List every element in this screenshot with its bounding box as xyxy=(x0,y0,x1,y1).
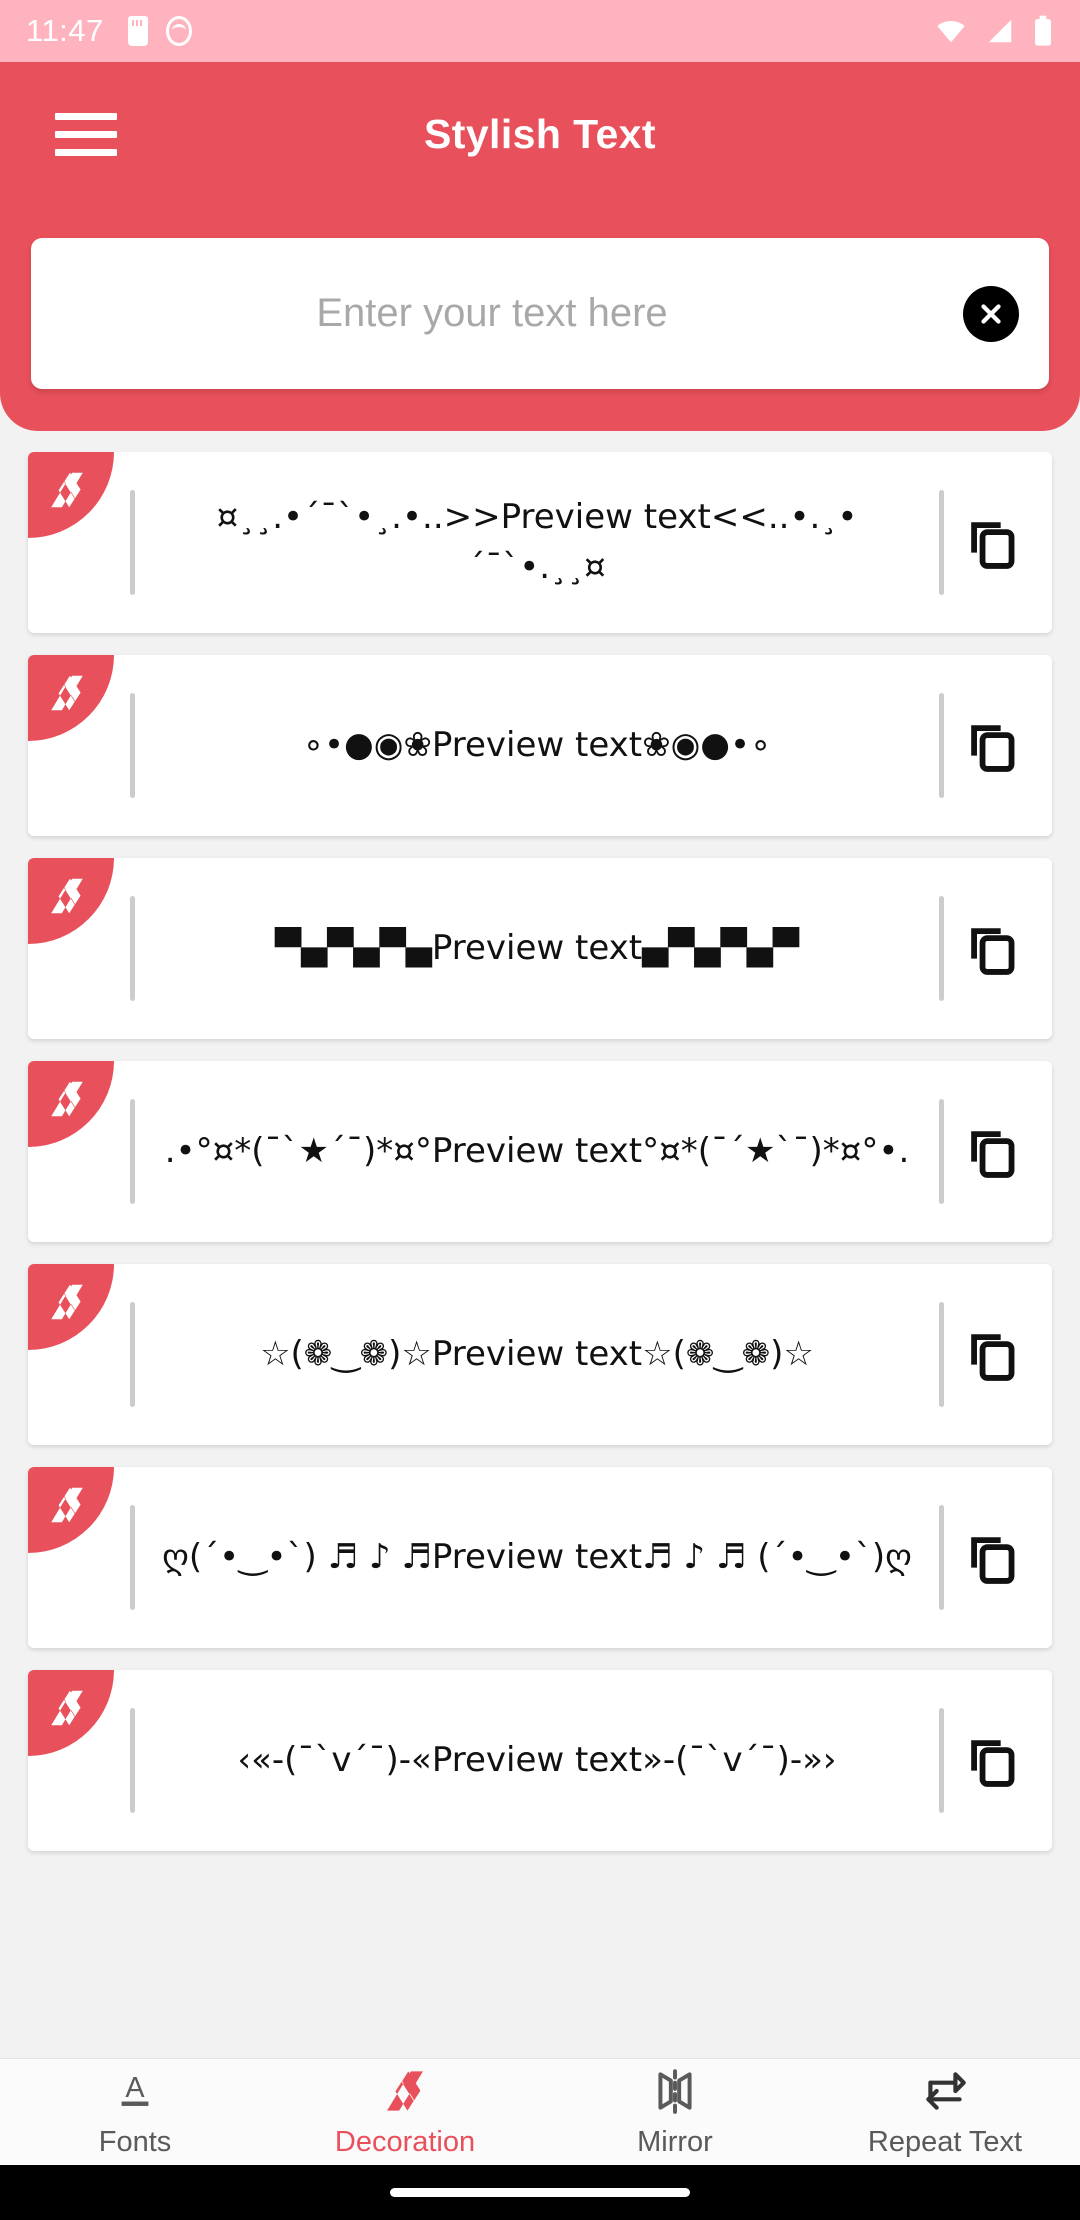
list-item[interactable]: ∘•●◉❀Preview text❀◉●•∘ xyxy=(28,655,1052,836)
decoration-preview-text: ☆(❁‿❁)☆Preview text☆(❁‿❁)☆ xyxy=(260,1333,814,1374)
decoration-preview-text: ღ(´•‿•`) ♬ ♪ ♬Preview text♬ ♪ ♬ (´•‿•`)ღ xyxy=(162,1536,912,1577)
decoration-icon xyxy=(380,2066,430,2116)
list-item[interactable]: .•°¤*(¯`★´¯)*¤°Preview text°¤*(¯´★`¯)*¤°… xyxy=(28,1061,1052,1242)
search-box xyxy=(31,238,1049,389)
list-item[interactable]: ღ(´•‿•`) ♬ ♪ ♬Preview text♬ ♪ ♬ (´•‿•`)ღ xyxy=(28,1467,1052,1648)
stylish-text-logo-icon xyxy=(28,1264,114,1350)
hamburger-line xyxy=(55,113,117,120)
clear-text-button[interactable] xyxy=(963,285,1019,342)
cat-face-icon xyxy=(165,16,192,46)
status-bar-clock: 11:47 xyxy=(26,13,104,48)
logo-glyph-icon xyxy=(51,1690,83,1726)
copy-button[interactable] xyxy=(944,1326,1038,1384)
copy-icon xyxy=(971,521,1015,569)
copy-icon xyxy=(971,927,1015,975)
decoration-preview-text: ▀▄▀▄▀▄Preview text▄▀▄▀▄▀ xyxy=(274,927,800,968)
logo-glyph-icon xyxy=(51,1487,83,1523)
nav-label-mirror: Mirror xyxy=(637,2125,713,2158)
font-a-icon: A xyxy=(112,2066,158,2116)
nav-item-decoration[interactable]: Decoration xyxy=(270,2066,540,2159)
list-item[interactable]: ▀▄▀▄▀▄Preview text▄▀▄▀▄▀ xyxy=(28,858,1052,1039)
text-input[interactable] xyxy=(61,291,963,336)
nav-item-mirror[interactable]: Mirror xyxy=(540,2066,810,2159)
close-icon xyxy=(981,303,1001,324)
copy-button[interactable] xyxy=(944,1529,1038,1587)
wifi-icon xyxy=(937,20,965,43)
copy-button[interactable] xyxy=(944,920,1038,978)
logo-glyph-icon xyxy=(51,472,83,508)
page-title: Stylish Text xyxy=(424,111,656,157)
copy-button[interactable] xyxy=(944,514,1038,572)
svg-text:A: A xyxy=(125,2071,145,2103)
copy-icon xyxy=(971,1333,1015,1381)
decoration-preview-text: .•°¤*(¯`★´¯)*¤°Preview text°¤*(¯´★`¯)*¤°… xyxy=(164,1130,910,1171)
hamburger-line xyxy=(55,131,117,138)
nav-item-fonts[interactable]: A Fonts xyxy=(0,2066,270,2159)
status-bar-system-icons xyxy=(934,15,1054,47)
nav-label-fonts: Fonts xyxy=(98,2125,172,2158)
app-screen: 11:47 Stylish Text Enter your text here … xyxy=(0,0,1080,2220)
nav-label-decoration: Decoration xyxy=(334,2125,476,2158)
logo-glyph-icon xyxy=(51,675,83,711)
stylish-text-logo-icon xyxy=(28,655,114,741)
list-item[interactable]: ‹«-(¯`v´¯)-«Preview text»-(¯`v´¯)-»› xyxy=(28,1670,1052,1851)
hamburger-menu-icon[interactable] xyxy=(55,102,117,167)
list-item[interactable]: ☆(❁‿❁)☆Preview text☆(❁‿❁)☆ xyxy=(28,1264,1052,1445)
decoration-preview-text: ¤¸¸.•´¯`•¸.•..>>Preview text<<..•.¸•´¯`•… xyxy=(216,497,858,587)
copy-icon xyxy=(971,724,1015,772)
copy-icon xyxy=(971,1130,1015,1178)
signal-icon xyxy=(988,19,1012,43)
logo-glyph-icon xyxy=(51,1081,83,1117)
app-bar: Stylish Text xyxy=(0,62,1080,207)
copy-button[interactable] xyxy=(944,1123,1038,1181)
decoration-preview-text: ‹«-(¯`v´¯)-«Preview text»-(¯`v´¯)-»› xyxy=(237,1739,837,1780)
bottom-navigation: A Fonts Decoration Mirror Repeat Text xyxy=(0,2058,1080,2165)
logo-glyph-icon xyxy=(51,878,83,914)
nav-item-repeat-text[interactable]: Repeat Text xyxy=(810,2066,1080,2159)
copy-icon xyxy=(971,1536,1015,1584)
stylish-text-logo-icon xyxy=(28,1061,114,1147)
system-gesture-bar xyxy=(0,2165,1080,2220)
stylish-text-logo-icon xyxy=(28,1467,114,1553)
copy-button[interactable] xyxy=(944,717,1038,775)
stylish-text-logo-icon xyxy=(28,1670,114,1756)
decoration-preview-text: ∘•●◉❀Preview text❀◉●•∘ xyxy=(302,724,772,765)
stylish-text-logo-icon xyxy=(28,452,114,538)
gesture-pill[interactable] xyxy=(390,2188,690,2197)
search-panel xyxy=(0,207,1080,431)
mirror-icon xyxy=(650,2066,700,2116)
copy-button[interactable] xyxy=(944,1732,1038,1790)
repeat-icon xyxy=(920,2066,970,2116)
list-item[interactable]: ¤¸¸.•´¯`•¸.•..>>Preview text<<..•.¸•´¯`•… xyxy=(28,452,1052,633)
stylish-text-logo-icon xyxy=(28,858,114,944)
battery-icon xyxy=(1035,15,1051,46)
nav-label-repeat-text: Repeat Text xyxy=(867,2125,1023,2158)
copy-icon xyxy=(971,1739,1015,1787)
hamburger-line xyxy=(55,149,117,156)
sd-card-icon xyxy=(127,16,148,46)
logo-glyph-icon xyxy=(51,1284,83,1320)
decoration-list[interactable]: ¤¸¸.•´¯`•¸.•..>>Preview text<<..•.¸•´¯`•… xyxy=(0,452,1080,2058)
status-bar-notification-icons xyxy=(127,16,192,46)
status-bar: 11:47 xyxy=(0,0,1080,62)
